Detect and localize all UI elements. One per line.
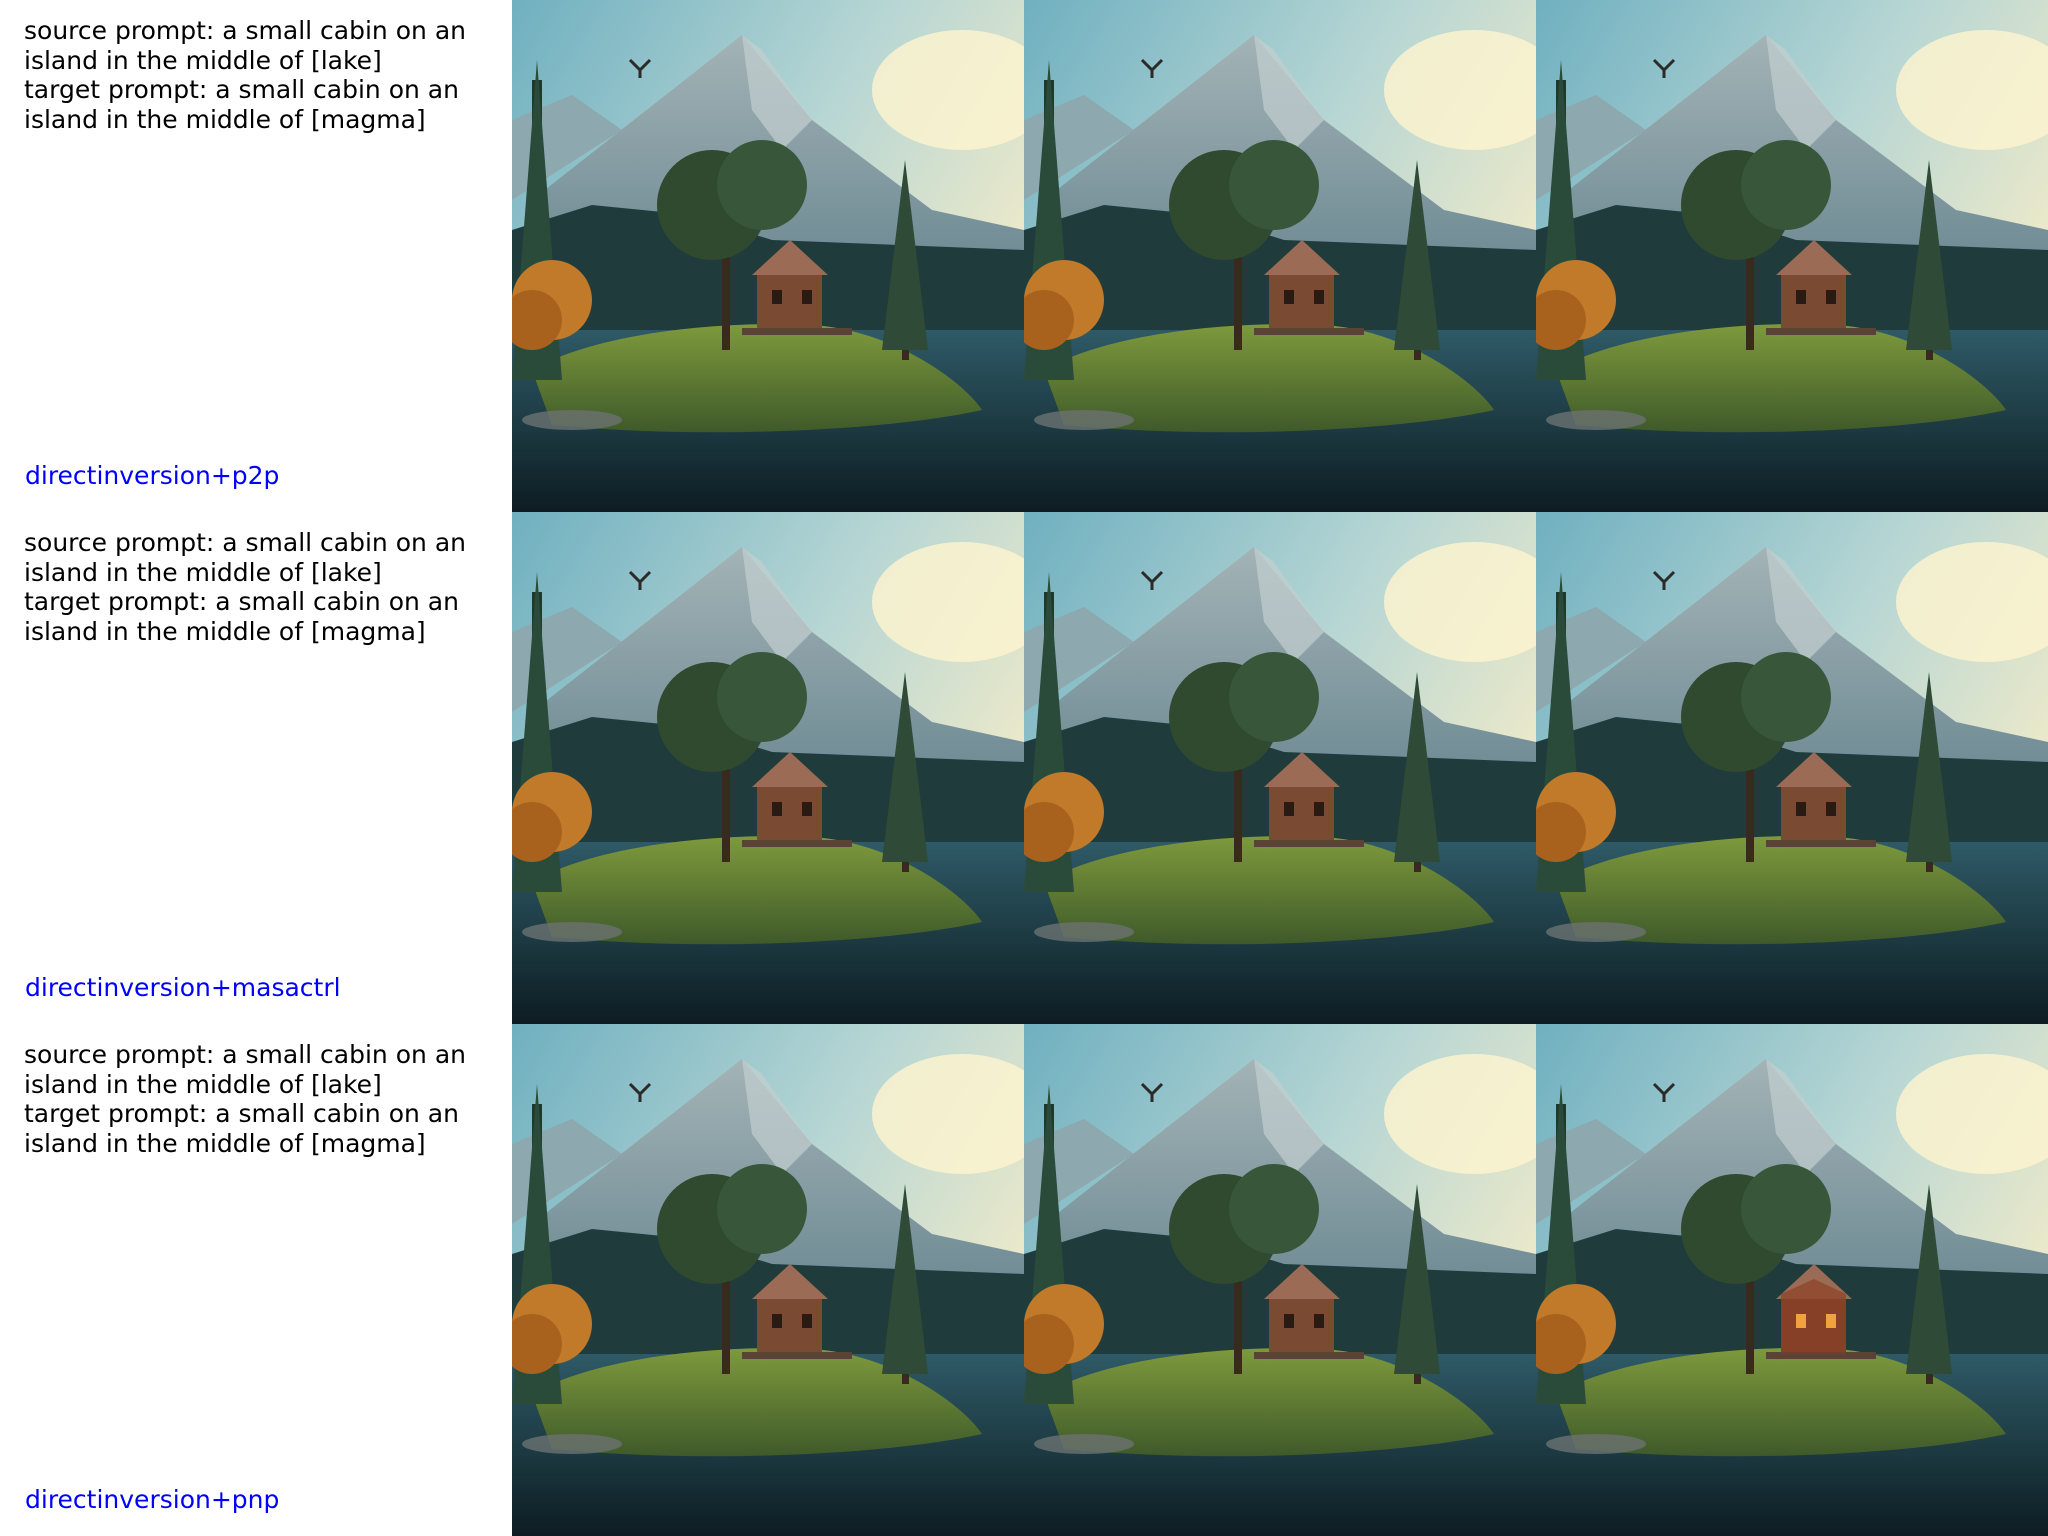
prompt-caption: source prompt: a small cabin on an islan… [24, 528, 484, 646]
method-label: directinversion+p2p [25, 461, 280, 490]
caption-line: target prompt: a small cabin on an [24, 1099, 459, 1128]
reconstructed-image [1024, 512, 1536, 1024]
prompt-caption: source prompt: a small cabin on an islan… [24, 16, 484, 134]
edited-image [1536, 0, 2048, 512]
edited-image [1536, 1024, 2048, 1536]
caption-line: source prompt: a small cabin on an [24, 1040, 466, 1069]
caption-line: island in the middle of [lake] [24, 1069, 382, 1099]
source-image [512, 1024, 1024, 1536]
caption-line: source prompt: a small cabin on an [24, 16, 466, 45]
method-label: directinversion+pnp [25, 1485, 280, 1514]
source-image [512, 0, 1024, 512]
edited-image [1536, 512, 2048, 1024]
reconstructed-image [1024, 1024, 1536, 1536]
comparison-grid: source prompt: a small cabin on an islan… [0, 0, 2048, 1536]
source-image [512, 512, 1024, 1024]
caption-line: source prompt: a small cabin on an [24, 528, 466, 557]
result-row: source prompt: a small cabin on an islan… [0, 1024, 2048, 1536]
caption-line: island in the middle of [lake] [24, 557, 382, 587]
caption-line: target prompt: a small cabin on an [24, 75, 459, 104]
caption-line: island in the middle of [magma] [24, 104, 426, 134]
caption-line: island in the middle of [magma] [24, 616, 426, 646]
reconstructed-image [1024, 0, 1536, 512]
caption-line: target prompt: a small cabin on an [24, 587, 459, 616]
result-row: source prompt: a small cabin on an islan… [0, 0, 2048, 512]
caption-line: island in the middle of [lake] [24, 45, 382, 75]
caption-line: island in the middle of [magma] [24, 1128, 426, 1158]
method-label: directinversion+masactrl [25, 973, 341, 1002]
prompt-caption: source prompt: a small cabin on an islan… [24, 1040, 484, 1158]
result-row: source prompt: a small cabin on an islan… [0, 512, 2048, 1024]
